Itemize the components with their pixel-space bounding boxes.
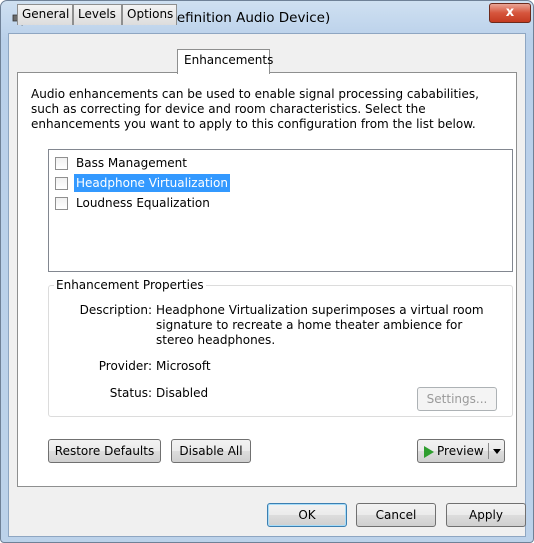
settings-button-label: Settings... [426, 392, 488, 406]
restore-defaults-label: Restore Defaults [54, 444, 155, 458]
description-value: Headphone Virtualization superimposes a … [156, 303, 484, 347]
bass-management-label[interactable]: Bass Management [74, 154, 189, 172]
ok-button[interactable]: OK [267, 503, 347, 527]
ok-label: OK [298, 508, 316, 522]
preview-split-button[interactable]: Preview [417, 439, 505, 463]
close-icon: x [505, 5, 515, 20]
cancel-button[interactable]: Cancel [356, 503, 436, 527]
settings-button[interactable]: Settings... [417, 387, 497, 411]
preview-label: Preview [437, 444, 484, 458]
tab-options[interactable]: Options [122, 4, 177, 25]
apply-label: Apply [469, 508, 503, 522]
loudness-equalization-checkbox[interactable] [55, 197, 68, 210]
enhancements-list[interactable]: Bass Management Headphone Virtualization… [48, 149, 513, 272]
headphone-virtualization-label[interactable]: Headphone Virtualization [74, 174, 230, 192]
tab-general[interactable]: General [17, 4, 73, 25]
description-label: Description: [79, 303, 152, 317]
headphone-virtualization-checkbox[interactable] [55, 177, 68, 190]
restore-defaults-button[interactable]: Restore Defaults [48, 439, 161, 463]
split-divider [488, 443, 489, 459]
tab-enhancements-label: Enhancements [184, 53, 274, 67]
status-value: Disabled [156, 386, 209, 400]
enhancement-properties-legend: Enhancement Properties [54, 278, 206, 292]
bass-management-checkbox[interactable] [55, 157, 68, 170]
disable-all-label: Disable All [179, 444, 243, 458]
tab-options-label: Options [127, 7, 174, 21]
disable-all-button[interactable]: Disable All [171, 439, 251, 463]
provider-value: Microsoft [156, 359, 211, 373]
tab-levels-label: Levels [78, 7, 116, 21]
loudness-equalization-label[interactable]: Loudness Equalization [74, 194, 212, 212]
intro-text: Audio enhancements can be used to enable… [31, 87, 479, 131]
tab-general-label: General [22, 7, 70, 21]
chevron-down-icon[interactable] [493, 449, 501, 454]
provider-label: Provider: [98, 359, 152, 373]
status-label: Status: [109, 386, 152, 400]
tab-levels[interactable]: Levels [73, 4, 122, 25]
dialog-window: Headphones (High Definition Audio Device… [0, 0, 534, 543]
tab-enhancements[interactable]: Enhancements [177, 49, 274, 74]
apply-button[interactable]: Apply [446, 503, 526, 527]
play-icon [424, 445, 434, 458]
close-button[interactable]: x [489, 3, 531, 23]
cancel-label: Cancel [375, 508, 417, 522]
